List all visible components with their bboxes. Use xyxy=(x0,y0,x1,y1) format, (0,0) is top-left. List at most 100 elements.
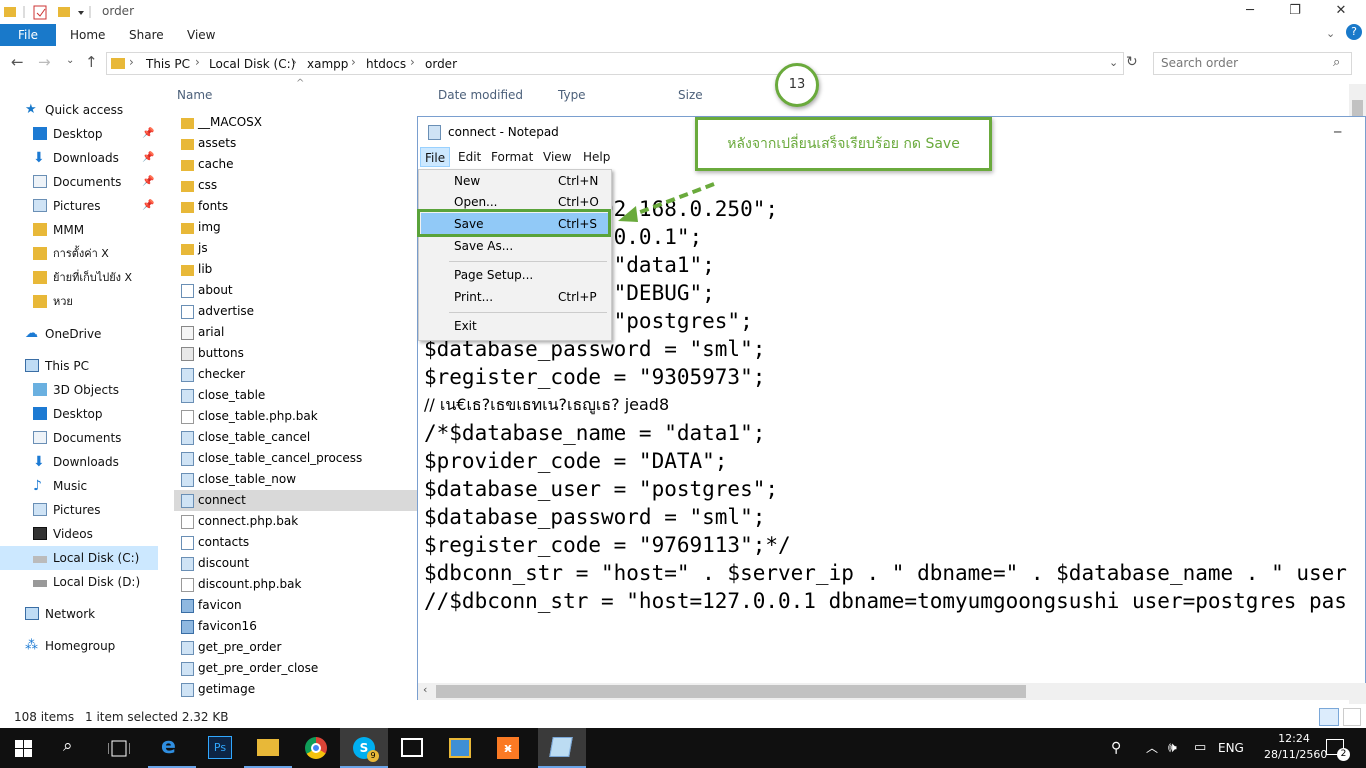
file-row[interactable]: connect.php.bak xyxy=(174,511,418,532)
address-bar[interactable]: › This PC › Local Disk (C:) › xampp › ht… xyxy=(106,52,1124,75)
taskbar-edge-icon[interactable]: e xyxy=(148,728,196,768)
quick-access-toolbar[interactable] xyxy=(4,4,94,20)
file-row[interactable]: get_pre_order xyxy=(174,637,418,658)
show-hidden-icons-icon[interactable]: ︿ xyxy=(1146,728,1158,768)
nav-local-disk-d[interactable]: Local Disk (D:) xyxy=(0,570,158,594)
breadcrumb-this-pc[interactable]: This PC xyxy=(146,56,190,72)
file-row[interactable]: img xyxy=(174,217,418,238)
nav-documents-pc[interactable]: Documents xyxy=(0,426,158,450)
column-name[interactable]: Name xyxy=(177,84,212,106)
nav-lost[interactable]: หวย xyxy=(0,290,158,314)
nav-move-x[interactable]: ย้ายที่เก็บไปยัง X xyxy=(0,266,158,290)
column-date-modified[interactable]: Date modified xyxy=(438,84,523,106)
nav-documents[interactable]: Documents 📌 xyxy=(0,170,158,194)
nav-local-disk-c[interactable]: Local Disk (C:) xyxy=(0,546,158,570)
breadcrumb-htdocs[interactable]: htdocs xyxy=(366,56,406,72)
breadcrumb-order[interactable]: order xyxy=(425,56,457,72)
taskbar-xampp-icon[interactable]: ӿ xyxy=(484,728,532,768)
file-row[interactable]: fonts xyxy=(174,196,418,217)
menu-file[interactable]: File xyxy=(420,147,451,167)
menu-view[interactable]: View xyxy=(543,147,571,167)
search-icon[interactable]: ⌕ xyxy=(1333,55,1340,70)
column-size[interactable]: Size xyxy=(678,84,703,106)
menu-edit[interactable]: Edit xyxy=(458,147,481,167)
file-row[interactable]: assets xyxy=(174,133,418,154)
file-row[interactable]: close_table_cancel xyxy=(174,427,418,448)
file-row[interactable]: js xyxy=(174,238,418,259)
nav-quick-access[interactable]: ★ Quick access xyxy=(0,98,158,122)
menu-item-exit[interactable]: Exit xyxy=(421,315,609,337)
search-input[interactable]: Search order xyxy=(1153,52,1352,75)
restore-button[interactable]: ❐ xyxy=(1272,0,1318,24)
file-row[interactable]: close_table_now xyxy=(174,469,418,490)
nav-downloads[interactable]: ⬇ Downloads 📌 xyxy=(0,146,158,170)
nav-downloads-pc[interactable]: ⬇ Downloads xyxy=(0,450,158,474)
file-row[interactable]: about xyxy=(174,280,418,301)
windows-start-icon[interactable] xyxy=(15,740,33,758)
nav-desktop-pc[interactable]: Desktop xyxy=(0,402,158,426)
tab-file[interactable]: File xyxy=(0,24,56,46)
scroll-thumb[interactable] xyxy=(436,685,1026,698)
file-row[interactable]: favicon16 xyxy=(174,616,418,637)
breadcrumb-local-disk[interactable]: Local Disk (C:) xyxy=(209,56,295,72)
taskbar-skype-icon[interactable]: S9 xyxy=(340,728,388,768)
expand-ribbon-icon[interactable]: ⌄ xyxy=(1326,27,1335,40)
minimize-button[interactable]: ─ xyxy=(1227,0,1273,24)
taskbar-chrome-icon[interactable] xyxy=(292,728,340,768)
task-view-icon[interactable] xyxy=(108,740,130,758)
tab-home[interactable]: Home xyxy=(70,24,105,46)
people-icon[interactable]: ⚲ xyxy=(1111,728,1121,768)
file-row[interactable]: close_table_cancel_process xyxy=(174,448,418,469)
menu-item-page-setup[interactable]: Page Setup... xyxy=(421,264,609,286)
search-icon[interactable]: ⌕ xyxy=(63,736,73,756)
close-button[interactable]: ✕ xyxy=(1318,0,1364,24)
nav-desktop[interactable]: Desktop 📌 xyxy=(0,122,158,146)
file-row[interactable]: get_pre_order_close xyxy=(174,658,418,679)
file-row[interactable]: advertise xyxy=(174,301,418,322)
nav-music[interactable]: ♪ Music xyxy=(0,474,158,498)
file-row[interactable]: getimage xyxy=(174,679,418,700)
volume-icon[interactable]: 🕪 xyxy=(1168,728,1177,768)
menu-help[interactable]: Help xyxy=(583,147,610,167)
file-row[interactable]: contacts xyxy=(174,532,418,553)
help-icon[interactable]: ? xyxy=(1346,24,1362,40)
menu-item-print[interactable]: Print... Ctrl+P xyxy=(421,286,609,308)
nav-settings-x[interactable]: การตั้งค่า X xyxy=(0,242,158,266)
file-row[interactable]: connect xyxy=(174,490,418,511)
taskbar-app-icon[interactable] xyxy=(436,728,484,768)
file-row[interactable]: arial xyxy=(174,322,418,343)
recent-locations-icon[interactable]: ⌄ xyxy=(66,55,74,66)
menu-format[interactable]: Format xyxy=(491,147,533,167)
file-row[interactable]: discount xyxy=(174,553,418,574)
file-row[interactable]: close_table xyxy=(174,385,418,406)
address-dropdown-icon[interactable]: ⌄ xyxy=(1109,56,1118,69)
nav-homegroup[interactable]: ⁂ Homegroup xyxy=(0,634,158,658)
nav-3d-objects[interactable]: 3D Objects xyxy=(0,378,158,402)
scroll-left-icon[interactable]: ‹ xyxy=(423,683,427,696)
nav-mmm[interactable]: MMM xyxy=(0,218,158,242)
nav-pictures[interactable]: Pictures 📌 xyxy=(0,194,158,218)
up-arrow-icon[interactable]: ↑ xyxy=(85,53,98,71)
notepad-minimize-button[interactable]: ─ xyxy=(1334,117,1341,147)
file-row[interactable]: favicon xyxy=(174,595,418,616)
system-clock[interactable]: 12:24 28/11/2560 xyxy=(1264,731,1327,763)
refresh-icon[interactable]: ↻ xyxy=(1126,54,1138,70)
taskbar-notepad-icon[interactable] xyxy=(538,728,586,768)
nav-onedrive[interactable]: ☁ OneDrive xyxy=(0,322,158,346)
nav-pictures-pc[interactable]: Pictures xyxy=(0,498,158,522)
file-row[interactable]: discount.php.bak xyxy=(174,574,418,595)
file-row[interactable]: close_table.php.bak xyxy=(174,406,418,427)
taskbar-photoshop-icon[interactable]: Ps xyxy=(196,728,244,768)
file-row[interactable]: buttons xyxy=(174,343,418,364)
taskbar-explorer-icon[interactable] xyxy=(244,728,292,768)
column-type[interactable]: Type xyxy=(558,84,586,106)
file-row[interactable]: checker xyxy=(174,364,418,385)
taskbar-photos-icon[interactable] xyxy=(388,728,436,768)
file-row[interactable]: cache xyxy=(174,154,418,175)
tab-view[interactable]: View xyxy=(187,24,215,46)
nav-this-pc[interactable]: This PC xyxy=(0,354,158,378)
language-indicator[interactable]: ENG xyxy=(1218,728,1244,768)
file-row[interactable]: __MACOSX xyxy=(174,112,418,133)
tab-share[interactable]: Share xyxy=(129,24,164,46)
notepad-hscrollbar[interactable]: ‹ xyxy=(418,683,1366,700)
